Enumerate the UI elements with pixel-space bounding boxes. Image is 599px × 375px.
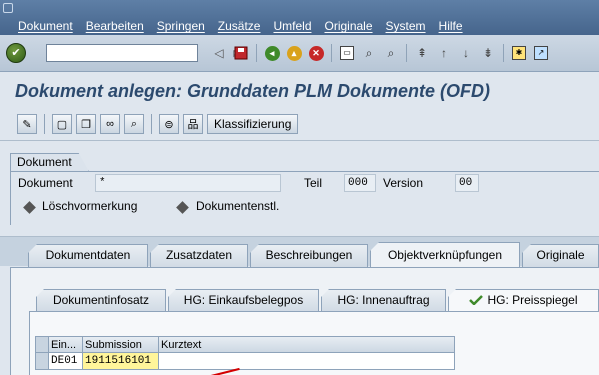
print-icon[interactable]: ▭ xyxy=(338,44,356,62)
teil-label: Teil xyxy=(304,176,323,190)
table-row: DE01 1911516101 xyxy=(35,353,455,370)
shortcut-icon[interactable]: ↗ xyxy=(532,44,550,62)
copy-icon[interactable]: ❐ xyxy=(76,114,96,134)
find-next-icon[interactable]: ⌕ xyxy=(382,44,400,62)
hierarchy-icon[interactable]: 品 xyxy=(183,114,203,134)
row-selector[interactable] xyxy=(35,353,49,370)
title-bar: Dokument anlegen: Grunddaten PLM Dokumen… xyxy=(0,72,599,108)
dokumentenstatus-label[interactable]: Dokumentenstl. xyxy=(196,199,279,213)
menu-hilfe[interactable]: Hilfe xyxy=(439,19,463,33)
table-header-row: Ein... Submission Kurztext xyxy=(35,336,455,353)
select-all-cell[interactable] xyxy=(35,336,49,353)
checkmark-icon xyxy=(469,295,484,305)
toolbar-separator xyxy=(151,114,152,134)
tab-zusatzdaten[interactable]: Zusatzdaten xyxy=(150,244,248,267)
cell-ein[interactable]: DE01 xyxy=(49,353,83,370)
menu-bar: Dokument Bearbeiten Springen Zusätze Umf… xyxy=(0,0,599,35)
toolbar-separator xyxy=(406,44,407,62)
subtab-innenauftrag[interactable]: HG: Innenauftrag xyxy=(321,289,446,311)
last-page-icon[interactable]: ⇟ xyxy=(479,44,497,62)
cell-submission[interactable]: 1911516101 xyxy=(83,353,159,370)
menu-bearbeiten[interactable]: Bearbeiten xyxy=(86,19,144,33)
new-document-icon[interactable]: ▢ xyxy=(52,114,72,134)
system-menu-icon[interactable] xyxy=(3,3,13,13)
glasses-icon[interactable]: ∞ xyxy=(100,114,120,134)
teil-value: 000 xyxy=(348,177,368,189)
preisspiegel-table: Ein... Submission Kurztext DE01 19115161… xyxy=(35,336,455,370)
tab-objektverknuepfungen[interactable]: Objektverknüpfungen xyxy=(370,242,520,267)
exit-icon[interactable]: ▴ xyxy=(285,44,303,62)
page-title: Dokument anlegen: Grunddaten PLM Dokumen… xyxy=(15,81,491,101)
first-page-icon[interactable]: ⇞ xyxy=(413,44,431,62)
toolbar-separator xyxy=(331,44,332,62)
tab-beschreibungen[interactable]: Beschreibungen xyxy=(250,244,368,267)
toolbar-separator xyxy=(256,44,257,62)
nav-back-icon[interactable]: ◂ xyxy=(263,44,281,62)
version-value: 00 xyxy=(459,177,473,189)
menu-system[interactable]: System xyxy=(386,19,426,33)
subtab-preisspiegel-label: HG: Preisspiegel xyxy=(487,293,578,307)
toolbar-separator xyxy=(503,44,504,62)
dokument-label: Dokument xyxy=(18,176,73,190)
cancel-icon[interactable]: ✕ xyxy=(307,44,325,62)
column-header-kurztext[interactable]: Kurztext xyxy=(159,336,455,353)
menu-zusaetze[interactable]: Zusätze xyxy=(218,19,261,33)
teil-field[interactable]: 000 xyxy=(344,174,376,192)
menu-items: Dokument Bearbeiten Springen Zusätze Umf… xyxy=(18,19,463,33)
content-area: Dokument Dokument * Teil 000 Version 00 … xyxy=(0,141,599,375)
toolbar-icons: ◁ ◂ ▴ ✕ ▭ ⌕ ⌕ ⇞ ↑ ↓ ⇟ ✱ ↗ xyxy=(210,44,550,62)
find-icon[interactable]: ⌕ xyxy=(360,44,378,62)
version-field[interactable]: 00 xyxy=(455,174,479,192)
back-icon[interactable]: ◁ xyxy=(210,44,228,62)
document-group-label: Dokument xyxy=(10,153,89,171)
dokument-field[interactable]: * xyxy=(95,174,281,192)
menu-originale[interactable]: Originale xyxy=(325,19,373,33)
menu-umfeld[interactable]: Umfeld xyxy=(273,19,311,33)
prev-page-icon[interactable]: ↑ xyxy=(435,44,453,62)
standard-toolbar: ✔ ▤ ◁ ◂ ▴ ✕ ▭ ⌕ ⌕ ⇞ ↑ ↓ ⇟ ✱ ↗ xyxy=(0,35,599,72)
save-icon[interactable] xyxy=(232,44,250,62)
menu-springen[interactable]: Springen xyxy=(157,19,205,33)
new-session-icon[interactable]: ✱ xyxy=(510,44,528,62)
tab-dokumentdaten[interactable]: Dokumentdaten xyxy=(28,244,148,267)
subtab-dokumentinfosatz[interactable]: Dokumentinfosatz xyxy=(36,289,166,311)
toolbar-separator xyxy=(44,114,45,134)
binoculars-icon[interactable]: ⌕ xyxy=(124,114,144,134)
version-label: Version xyxy=(383,176,424,190)
cell-kurztext[interactable] xyxy=(159,353,455,370)
dokument-value: * xyxy=(99,177,106,189)
next-page-icon[interactable]: ↓ xyxy=(457,44,475,62)
klassifizierung-button[interactable]: Klassifizierung xyxy=(207,114,299,134)
menu-dokument[interactable]: Dokument xyxy=(18,19,73,33)
loeschvormerkung-label[interactable]: Löschvormerkung xyxy=(42,199,137,213)
application-toolbar: ✎ ▢ ❐ ∞ ⌕ ⊜ 品 Klassifizierung xyxy=(0,108,599,141)
pencil-icon[interactable]: ✎ xyxy=(17,114,37,134)
display-originals-icon[interactable]: ⊜ xyxy=(159,114,179,134)
tab-originale[interactable]: Originale xyxy=(522,244,599,267)
command-field[interactable]: ▤ xyxy=(46,44,241,62)
ok-icon[interactable]: ✔ xyxy=(6,43,26,63)
subtab-preisspiegel[interactable]: HG: Preisspiegel xyxy=(448,289,599,311)
application-toolbar-icons: ✎ ▢ ❐ ∞ ⌕ ⊜ 品 Klassifizierung xyxy=(17,114,299,134)
subtab-einkaufsbelegpos[interactable]: HG: Einkaufsbelegpos xyxy=(168,289,319,311)
column-header-submission[interactable]: Submission xyxy=(83,336,159,353)
column-header-ein[interactable]: Ein... xyxy=(49,336,83,353)
